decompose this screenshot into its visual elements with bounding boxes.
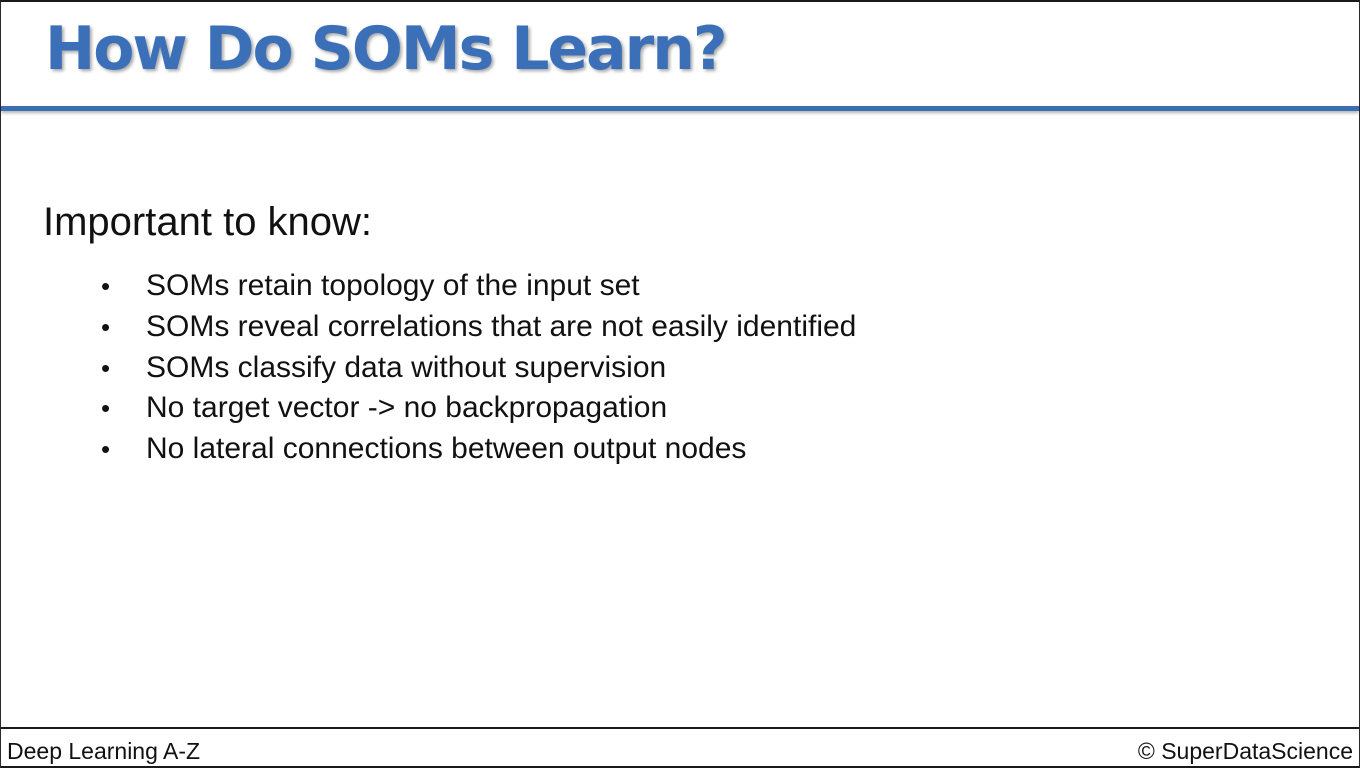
list-item: • SOMs retain topology of the input set — [101, 266, 856, 307]
course-name: Deep Learning A-Z — [7, 738, 201, 764]
slide-title: How Do SOMs Learn? — [45, 14, 728, 84]
bullet-icon: • — [101, 271, 111, 301]
list-item: • SOMs classify data without supervision — [101, 348, 856, 389]
bullet-text: SOMs reveal correlations that are not ea… — [146, 309, 857, 343]
bullet-icon: • — [101, 311, 111, 342]
list-item: • No lateral connections between output … — [101, 429, 856, 470]
bullet-icon: • — [101, 352, 111, 383]
list-item: • SOMs reveal correlations that are not … — [101, 307, 856, 348]
bullet-list: • SOMs retain topology of the input set … — [101, 266, 856, 470]
slide: How Do SOMs Learn? Important to know: • … — [0, 0, 1360, 768]
copyright-notice: © SuperDataScience — [1137, 738, 1353, 764]
bullet-icon: • — [101, 434, 111, 464]
title-divider — [1, 106, 1359, 111]
list-item: • No target vector -> no backpropagation — [101, 388, 856, 429]
bullet-text: No lateral connections between output no… — [146, 432, 747, 465]
bullet-text: SOMs retain topology of the input set — [146, 269, 640, 302]
footer-divider — [1, 727, 1359, 729]
section-heading: Important to know: — [43, 200, 373, 244]
bullet-text: SOMs classify data without supervision — [146, 350, 667, 384]
bullet-text: No target vector -> no backpropagation — [146, 391, 668, 425]
bullet-icon: • — [101, 393, 111, 424]
